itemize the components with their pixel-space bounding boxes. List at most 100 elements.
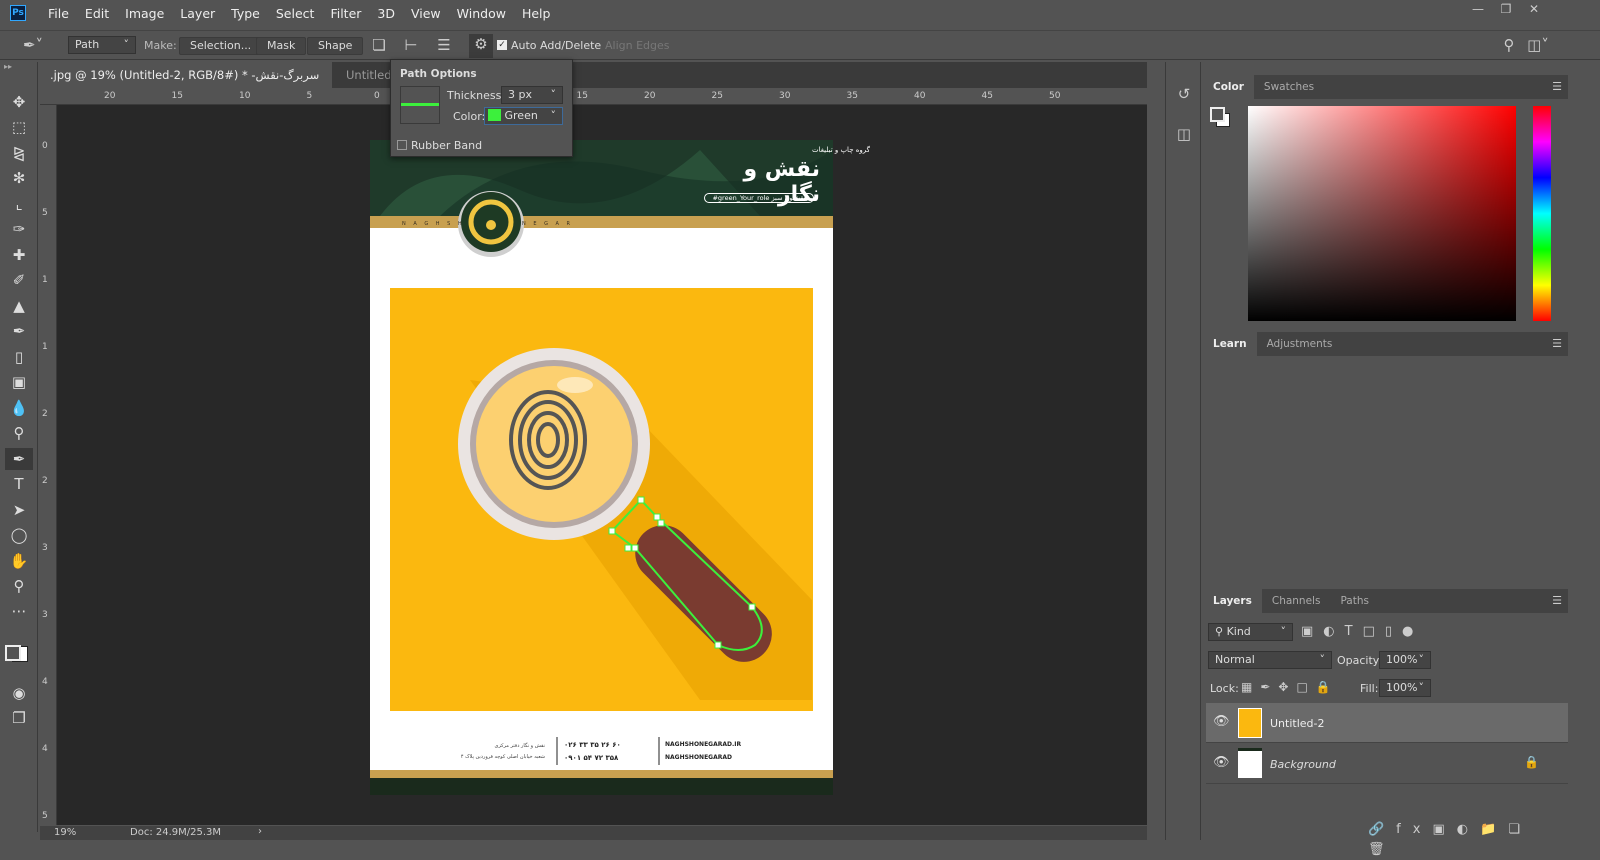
zoom-level[interactable]: 19% <box>54 827 76 838</box>
tab-active-document[interactable]: .jpg @ 19% (Untitled-2, RGB/8#) * سربرگ-… <box>40 62 332 108</box>
tab-paths[interactable]: Paths <box>1330 589 1379 613</box>
ruler-tick-label: 35 <box>846 91 858 101</box>
menu-type[interactable]: Type <box>223 6 268 21</box>
panel-menu-icon[interactable]: ☰ <box>1552 337 1562 350</box>
menu-image[interactable]: Image <box>117 6 172 21</box>
hue-slider[interactable] <box>1533 106 1551 321</box>
menu-3d[interactable]: 3D <box>369 6 403 21</box>
filter-value: Kind <box>1226 625 1251 638</box>
align-edges-label[interactable]: Align Edges <box>605 39 670 52</box>
layer-filter-select[interactable]: ⚲ Kind ˅ <box>1208 623 1293 641</box>
path-mode-select[interactable]: Path ˅ <box>68 36 136 54</box>
history-brush-tool-icon[interactable]: ✒ <box>5 320 33 342</box>
thickness-field[interactable]: 3 px ˅ <box>501 86 563 104</box>
visibility-eye-icon[interactable]: 👁 <box>1213 714 1230 729</box>
healing-brush-tool-icon[interactable]: ✚ <box>5 244 33 266</box>
tab-color[interactable]: Color <box>1203 75 1254 99</box>
brand-hashtag: #green_Your_role بقشتون سبز <box>704 193 814 203</box>
panel-menu-icon[interactable]: ☰ <box>1552 80 1562 93</box>
tab-learn[interactable]: Learn <box>1203 332 1257 356</box>
ruler-tick-label: 30 <box>779 91 791 101</box>
color-label: Color: <box>453 110 486 123</box>
foreground-color-swatch[interactable] <box>5 645 21 661</box>
layer-row-untitled-2[interactable]: 👁 Untitled-2 <box>1206 703 1568 743</box>
quick-select-tool-icon[interactable]: ✻ <box>5 167 33 189</box>
menu-filter[interactable]: Filter <box>322 6 369 21</box>
tab-adjustments[interactable]: Adjustments <box>1257 332 1343 356</box>
pen-tool-icon[interactable]: ✒ <box>5 448 33 470</box>
layer-filter-icons[interactable]: ▣◐T□▯● <box>1301 622 1501 642</box>
panel-menu-icon[interactable]: ☰ <box>1552 594 1562 607</box>
layers-footer-icons[interactable]: 🔗fx▣◐📁❏🗑 <box>1368 820 1548 860</box>
close-window-button[interactable]: ✕ <box>1520 2 1548 20</box>
make-shape-button[interactable]: Shape <box>307 37 364 55</box>
search-icon[interactable]: ⚲ <box>1498 35 1520 55</box>
ruler-tick-label: 15 <box>171 91 183 101</box>
pen-tool-preset-icon[interactable]: ✒˅ <box>18 35 48 55</box>
auto-add-delete-label: Auto Add/Delete <box>511 39 602 52</box>
make-mask-button[interactable]: Mask <box>256 37 307 55</box>
hand-tool-icon[interactable]: ✋ <box>5 550 33 572</box>
gear-icon[interactable]: ⚙ <box>469 34 493 58</box>
path-selection-tool-icon[interactable]: ➤ <box>5 499 33 521</box>
blend-mode-select[interactable]: Normal ˅ <box>1208 651 1332 669</box>
quick-mask-icon[interactable]: ◉ <box>5 682 33 704</box>
collapse-icon[interactable]: ▸▸ <box>4 62 12 71</box>
path-arrangement-icon[interactable]: ☰ <box>433 35 455 55</box>
crop-tool-icon[interactable]: ⌞ <box>5 193 33 215</box>
workspace-icon[interactable]: ◫˅ <box>1527 35 1549 55</box>
zoom-tool-icon[interactable]: ⚲ <box>5 575 33 597</box>
eyedropper-tool-icon[interactable]: ✑ <box>5 218 33 240</box>
vertical-ruler[interactable]: 0 5 1 1 2 2 3 3 4 4 5 <box>40 105 57 825</box>
menu-bar: Ps File Edit Image Layer Type Select Fil… <box>0 0 1600 26</box>
path-operations-icon[interactable]: ❏ <box>368 35 390 55</box>
ellipse-tool-icon[interactable]: ◯ <box>5 524 33 546</box>
path-color-select[interactable]: Green ˅ <box>484 107 563 125</box>
auto-add-delete-checkbox[interactable]: ✓ <box>497 40 507 50</box>
color-field[interactable] <box>1248 106 1516 321</box>
move-tool-icon[interactable]: ✥ <box>5 91 33 113</box>
lasso-tool-icon[interactable]: ⧎ <box>5 142 33 164</box>
canvas-area[interactable]: گروه چاپ و تبلیغات نقش و نگار #green_You… <box>57 105 1147 825</box>
minimize-button[interactable]: — <box>1464 2 1492 20</box>
3d-panel-icon[interactable]: ◫ <box>1173 124 1195 144</box>
menu-view[interactable]: View <box>403 6 449 21</box>
eraser-tool-icon[interactable]: ▯ <box>5 346 33 368</box>
marquee-tool-icon[interactable]: ⬚ <box>5 116 33 138</box>
history-panel-icon[interactable]: ↺ <box>1173 84 1195 104</box>
blur-tool-icon[interactable]: 💧 <box>5 397 33 419</box>
dodge-tool-icon[interactable]: ⚲ <box>5 422 33 444</box>
path-color-preview-line <box>401 103 439 106</box>
restore-button[interactable]: ❐ <box>1492 2 1520 20</box>
lock-icons[interactable]: ▦✒✥□🔒 <box>1241 677 1351 697</box>
visibility-eye-icon[interactable]: 👁 <box>1213 755 1230 770</box>
brush-tool-icon[interactable]: ✐ <box>5 269 33 291</box>
status-menu-arrow-icon[interactable]: › <box>258 826 262 837</box>
menu-select[interactable]: Select <box>268 6 323 21</box>
menu-window[interactable]: Window <box>449 6 514 21</box>
tab-layers[interactable]: Layers <box>1203 589 1262 613</box>
color-panel: Color Swatches ☰ <box>1203 75 1568 327</box>
layer-row-background[interactable]: 👁 Background 🔒 <box>1206 744 1568 784</box>
menu-help[interactable]: Help <box>514 6 559 21</box>
tab-channels[interactable]: Channels <box>1262 589 1331 613</box>
more-tools-icon[interactable]: ⋯ <box>5 600 33 622</box>
menu-layer[interactable]: Layer <box>172 6 223 21</box>
make-selection-button[interactable]: Selection... <box>179 37 263 55</box>
opacity-field[interactable]: 100% ˅ <box>1379 651 1431 669</box>
ruler-tick-label: 2 <box>42 409 48 419</box>
fg-color-chip[interactable] <box>1210 107 1225 122</box>
horizontal-ruler[interactable]: 201510505101520253035404550 <box>40 88 1147 105</box>
screen-mode-icon[interactable]: ❐ <box>5 707 33 729</box>
gradient-tool-icon[interactable]: ▣ <box>5 371 33 393</box>
menu-edit[interactable]: Edit <box>77 6 117 21</box>
rubber-band-checkbox[interactable] <box>397 140 407 150</box>
menu-file[interactable]: File <box>40 6 77 21</box>
tab-swatches[interactable]: Swatches <box>1254 75 1324 99</box>
lock-icon: 🔒 <box>1524 755 1539 769</box>
stamp-tool-icon[interactable]: ▲ <box>5 295 33 317</box>
type-tool-icon[interactable]: T <box>5 473 33 495</box>
thickness-label: Thickness: <box>447 89 506 102</box>
path-alignment-icon[interactable]: ⊢ <box>400 35 422 55</box>
fill-field[interactable]: 100% ˅ <box>1379 679 1431 697</box>
